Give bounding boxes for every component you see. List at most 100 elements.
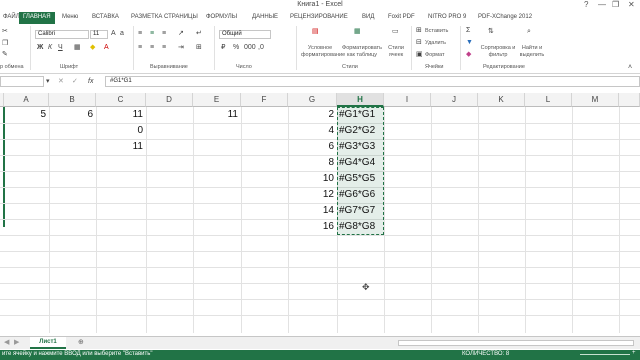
cell-h3[interactable]: #G3*G3 — [337, 139, 384, 155]
format-cells-icon[interactable]: ▣ — [416, 51, 423, 59]
format-table-icon[interactable]: ▦ — [354, 28, 361, 36]
tab-data[interactable]: ДАННЫЕ — [252, 14, 278, 20]
format-painter-icon[interactable]: ✎ — [2, 51, 8, 59]
column-header-e[interactable]: E — [193, 93, 241, 107]
tab-review[interactable]: РЕЦЕНЗИРОВАНИЕ — [290, 14, 348, 20]
tab-pdf-xchange[interactable]: PDF-XChange 2012 — [478, 14, 532, 20]
sheet-tab[interactable]: Лист1 — [30, 337, 66, 349]
cell-h1[interactable]: #G1*G1 — [337, 107, 384, 123]
column-header-b[interactable]: B — [49, 93, 96, 107]
tab-view[interactable]: ВИД — [362, 14, 374, 20]
shrink-font-icon[interactable]: a — [120, 30, 124, 38]
column-header-m[interactable]: M — [572, 93, 619, 107]
align-top-icon[interactable]: ≡ — [138, 30, 142, 38]
cell-g7[interactable]: 14 — [288, 203, 337, 219]
align-left-icon[interactable]: ≡ — [138, 44, 142, 52]
tab-menu[interactable]: Меню — [62, 14, 78, 20]
decimal-icon[interactable]: ,0 — [258, 44, 264, 52]
cell-styles-icon[interactable]: ▭ — [392, 28, 399, 36]
zoom-slider[interactable] — [580, 354, 630, 355]
align-middle-icon[interactable]: ≡ — [150, 30, 154, 38]
cell-e1[interactable]: 11 — [193, 107, 241, 123]
italic-icon[interactable]: К — [48, 44, 52, 52]
sort-filter-icon[interactable]: ⇅ — [488, 28, 494, 36]
cell-c2[interactable]: 0 — [96, 123, 146, 139]
merge-icon[interactable]: ⊞ — [196, 44, 202, 52]
bold-icon[interactable]: Ж — [37, 44, 43, 52]
namebox-dropdown-icon[interactable]: ▾ — [46, 78, 50, 86]
minimize-button[interactable]: — — [598, 0, 606, 9]
worksheet-grid[interactable]: A B C D E F G H I J K L M 5 6 11 11 0 11… — [0, 93, 640, 333]
column-header-d[interactable]: D — [146, 93, 193, 107]
conditional-format-button[interactable]: Условное форматирование — [301, 45, 345, 59]
cell-g8[interactable]: 16 — [288, 219, 337, 235]
restore-button[interactable]: ❐ — [612, 0, 619, 9]
sort-filter-button[interactable]: Сортировка и фильтр — [479, 45, 517, 59]
borders-icon[interactable]: ▦ — [74, 44, 81, 52]
cancel-icon[interactable]: ✕ — [58, 78, 64, 86]
next-sheet-icon[interactable]: ▶ — [14, 339, 19, 347]
column-header-j[interactable]: J — [431, 93, 478, 107]
format-as-table-button[interactable]: Форматировать как таблицу — [341, 45, 383, 59]
close-button[interactable]: ✕ — [628, 0, 635, 9]
font-size-combo[interactable]: 11 — [90, 30, 108, 39]
add-sheet-icon[interactable]: ⊕ — [78, 339, 84, 347]
cell-g1[interactable]: 2 — [288, 107, 337, 123]
column-header-h[interactable]: H — [337, 93, 384, 107]
column-header-f[interactable]: F — [241, 93, 288, 107]
cell-g3[interactable]: 6 — [288, 139, 337, 155]
tab-insert[interactable]: ВСТАВКА — [92, 14, 119, 20]
font-color-icon[interactable]: A — [104, 44, 109, 52]
help-icon[interactable]: ? — [584, 0, 588, 9]
tab-foxit-pdf[interactable]: Foxit PDF — [388, 14, 415, 20]
tab-file[interactable]: ФАЙЛ — [3, 14, 20, 20]
cell-c3[interactable]: 11 — [96, 139, 146, 155]
align-right-icon[interactable]: ≡ — [162, 44, 166, 52]
cell-h4[interactable]: #G4*G4 — [337, 155, 384, 171]
underline-icon[interactable]: Ч — [58, 44, 63, 52]
wrap-text-icon[interactable]: ↵ — [196, 30, 202, 38]
align-bottom-icon[interactable]: ≡ — [162, 30, 166, 38]
thousands-icon[interactable]: 000 — [244, 44, 256, 52]
font-name-combo[interactable]: Calibri — [35, 30, 89, 39]
align-center-icon[interactable]: ≡ — [150, 44, 154, 52]
cell-g5[interactable]: 10 — [288, 171, 337, 187]
cell-a1[interactable]: 5 — [4, 107, 49, 123]
cell-b1[interactable]: 6 — [49, 107, 96, 123]
column-header-a[interactable]: A — [4, 93, 49, 107]
column-header-l[interactable]: L — [525, 93, 572, 107]
number-format-combo[interactable]: Общий — [219, 30, 271, 39]
tab-page-layout[interactable]: РАЗМЕТКА СТРАНИЦЫ — [131, 14, 198, 20]
fill-icon[interactable]: ▼ — [466, 39, 473, 47]
cut-icon[interactable]: ✂ — [2, 28, 8, 36]
column-header-k[interactable]: K — [478, 93, 525, 107]
conditional-format-icon[interactable]: ▤ — [312, 28, 319, 36]
find-select-button[interactable]: Найти и выделить — [517, 45, 547, 59]
percent-icon[interactable]: % — [233, 44, 239, 52]
currency-icon[interactable]: ₽ — [221, 44, 225, 52]
collapse-ribbon-icon[interactable]: ˄ — [628, 64, 632, 72]
tab-nitro-pro[interactable]: NITRO PRO 9 — [428, 14, 466, 20]
cell-h2[interactable]: #G2*G2 — [337, 123, 384, 139]
cell-g6[interactable]: 12 — [288, 187, 337, 203]
insert-cells-icon[interactable]: ⊞ — [416, 27, 422, 35]
cell-h6[interactable]: #G6*G6 — [337, 187, 384, 203]
column-header-i[interactable]: I — [384, 93, 431, 107]
orientation-icon[interactable]: ↗ — [178, 30, 184, 38]
enter-icon[interactable]: ✓ — [72, 78, 78, 86]
insert-function-icon[interactable]: fx — [88, 78, 93, 86]
cell-g2[interactable]: 4 — [288, 123, 337, 139]
format-cells-button[interactable]: Формат — [425, 52, 445, 58]
tab-home[interactable]: ГЛАВНАЯ — [19, 12, 55, 24]
column-header-g[interactable]: G — [288, 93, 337, 107]
clear-icon[interactable]: ◆ — [466, 51, 471, 59]
formula-input[interactable]: #G1*G1 — [105, 76, 640, 87]
column-header-overflow[interactable] — [619, 93, 640, 107]
delete-cells-button[interactable]: Удалить — [425, 40, 446, 46]
tab-formulas[interactable]: ФОРМУЛЫ — [206, 14, 237, 20]
zoom-in-icon[interactable]: + — [632, 350, 636, 356]
cell-c1[interactable]: 11 — [96, 107, 146, 123]
autosum-icon[interactable]: Σ — [466, 27, 470, 35]
cell-g4[interactable]: 8 — [288, 155, 337, 171]
cell-styles-button[interactable]: Стили ячеек — [385, 45, 407, 59]
